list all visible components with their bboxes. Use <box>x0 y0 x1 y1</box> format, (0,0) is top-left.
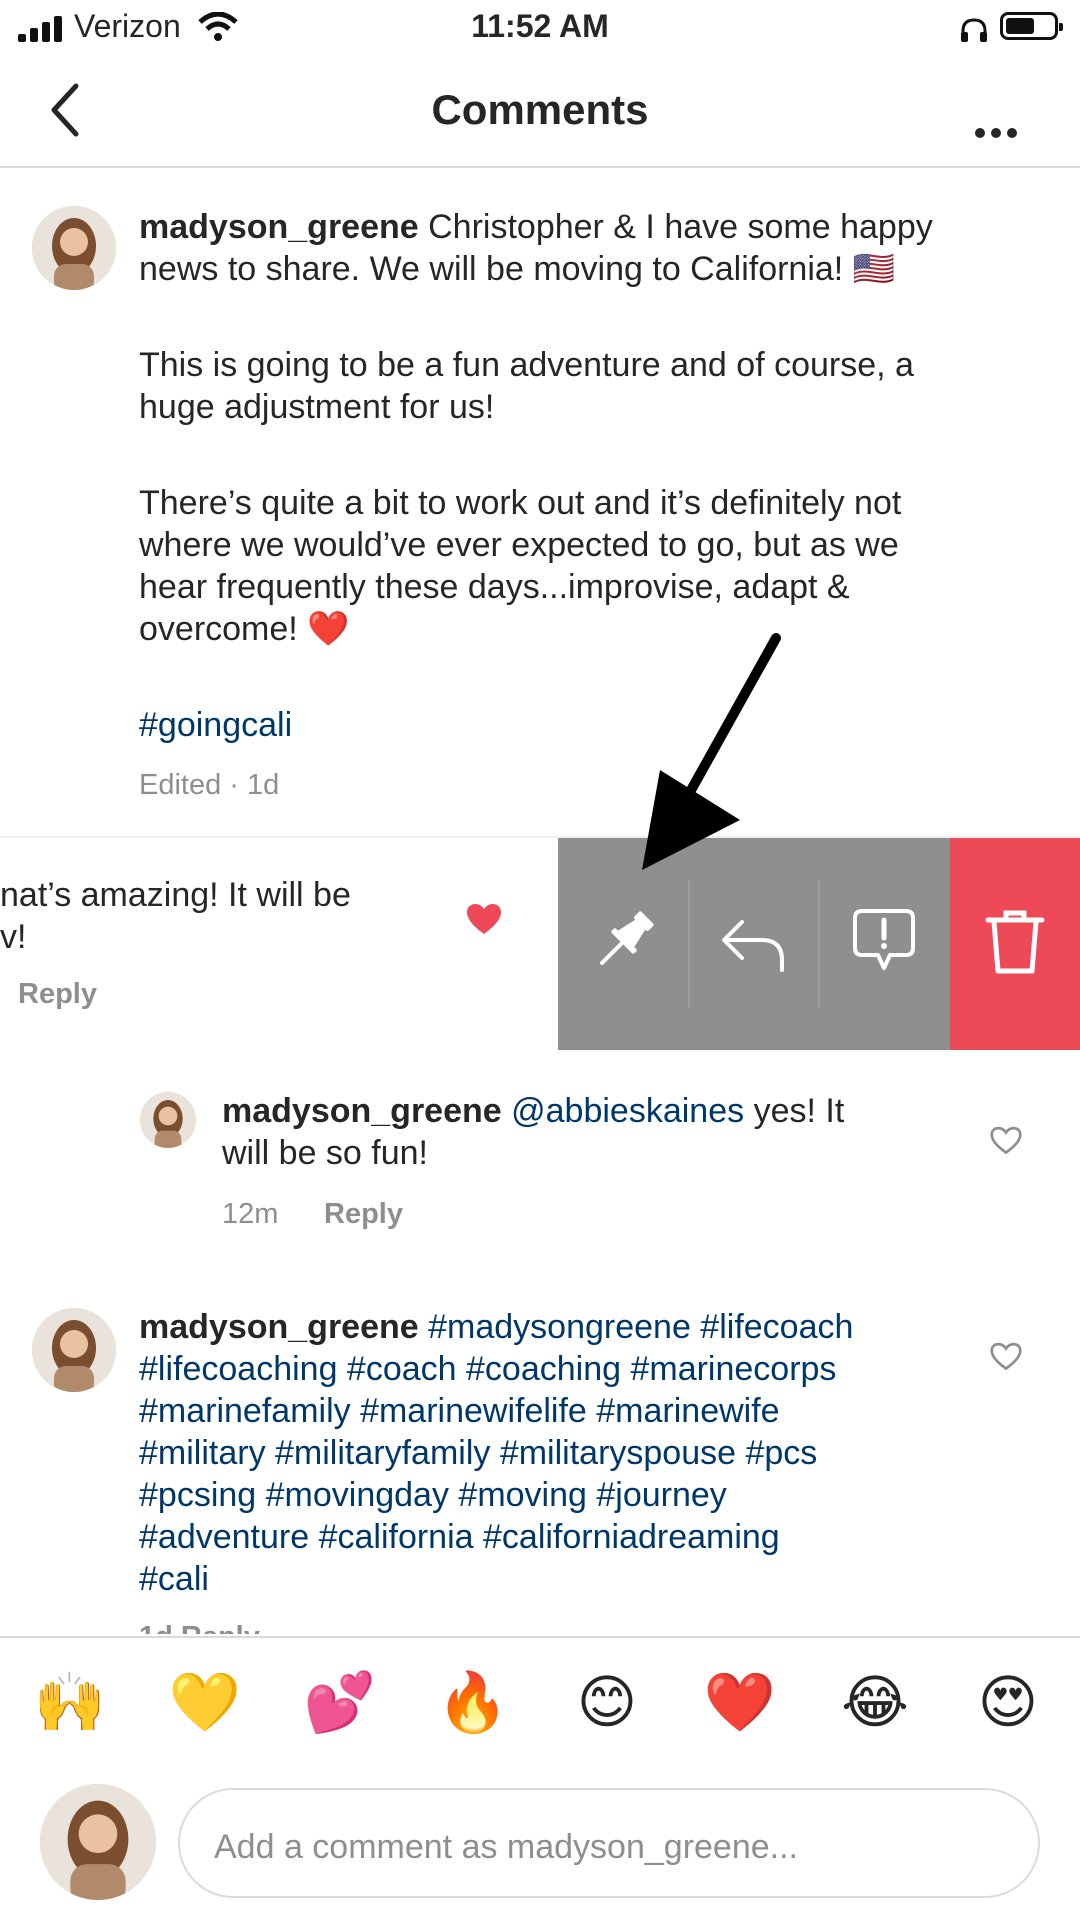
hashtag-comment-avatar[interactable] <box>32 1308 116 1392</box>
heart-outline-icon[interactable] <box>990 1126 1022 1161</box>
delete-button[interactable] <box>950 838 1080 1050</box>
page-title: Comments <box>431 86 649 133</box>
reply-avatar[interactable] <box>140 1092 196 1148</box>
reply-button[interactable]: Reply <box>324 1198 403 1231</box>
emoji-yellow-heart[interactable]: 💛 <box>165 1668 245 1737</box>
emoji-red-heart[interactable]: ❤️ <box>700 1668 780 1737</box>
hashtag-comment-username[interactable]: madyson_greene <box>139 1308 419 1346</box>
comment-input[interactable]: Add a comment as madyson_greene... <box>178 1788 1040 1898</box>
headphones-icon <box>960 14 988 51</box>
reply-time: 12m <box>222 1198 279 1230</box>
clock: 11:52 AM <box>471 8 609 44</box>
hashtag-comment-text: madyson_greene #madysongreene #lifecoach… <box>139 1308 854 1634</box>
caption-username[interactable]: madyson_greene <box>139 208 419 246</box>
status-bar: Verizon 11:52 AM <box>0 0 1080 54</box>
emoji-tears-of-joy[interactable]: 😂 <box>835 1668 915 1736</box>
emoji-heart-eyes[interactable]: 😍 <box>968 1668 1048 1736</box>
swiped-comment[interactable]: nat’s amazing! It will be v! <box>0 874 540 958</box>
pin-icon <box>600 911 654 965</box>
annotation-arrow-icon <box>642 633 781 870</box>
reply-comment-text: madyson_greene @abbieskaines yes! It wil… <box>222 1092 845 1172</box>
more-options-icon[interactable] <box>974 104 1018 149</box>
liked-heart-icon[interactable] <box>466 904 502 941</box>
battery-icon <box>1000 12 1063 40</box>
mention-link[interactable]: @abbieskaines <box>511 1092 744 1130</box>
reply-arrow-icon <box>722 920 784 972</box>
caption-meta: Edited · 1d <box>139 769 280 801</box>
report-button[interactable] <box>820 838 948 1050</box>
heart-outline-icon[interactable] <box>990 1342 1022 1377</box>
emoji-fire[interactable]: 🔥 <box>433 1668 513 1737</box>
emoji-raised-hands[interactable]: 🙌 <box>30 1668 110 1737</box>
header: Comments <box>0 54 1080 168</box>
hashtag-link[interactable]: #goingcali <box>139 704 1039 746</box>
report-icon <box>853 909 915 970</box>
reply-username[interactable]: madyson_greene <box>222 1092 502 1130</box>
current-user-avatar <box>40 1784 156 1900</box>
trash-icon <box>985 910 1045 974</box>
reply-button[interactable]: Reply <box>18 978 97 1011</box>
avatar[interactable] <box>32 206 116 290</box>
emoji-two-hearts[interactable]: 💕 <box>300 1668 380 1737</box>
emoji-bar <box>0 1638 1080 1778</box>
emoji-smile[interactable]: 😊 <box>567 1668 647 1736</box>
caption-text: madyson_greene Christopher & I have some… <box>139 206 1039 806</box>
